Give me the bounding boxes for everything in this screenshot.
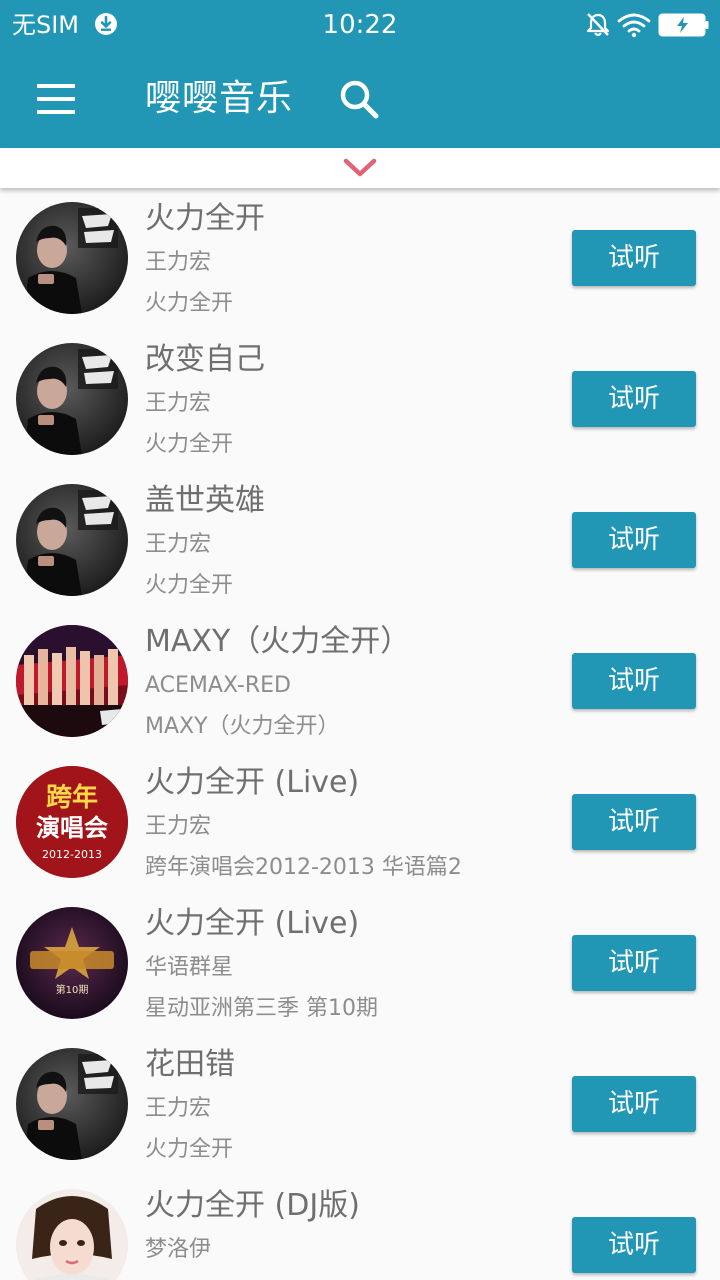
battery-charging-icon [658, 13, 709, 37]
song-item[interactable]: 跨年 演唱会 2012-2013 火力全开 (Live) 王力宏 跨年演唱会20… [0, 752, 720, 893]
song-artist: 王力宏 [145, 814, 212, 839]
album-cover: 跨年 演唱会 2012-2013 [16, 766, 128, 878]
song-title: 花田错 [145, 1047, 235, 1082]
app-title: 嘤嘤音乐 [145, 78, 294, 119]
expand-bar[interactable] [0, 148, 720, 188]
song-title: MAXY（火力全开） [145, 624, 411, 659]
song-artist: 王力宏 [145, 250, 212, 275]
song-album: 火力全开 [145, 1137, 234, 1162]
song-item[interactable]: 花田错 王力宏 火力全开 试听 [0, 1034, 720, 1175]
album-cover [16, 484, 128, 596]
song-artist: 梦洛伊 [145, 1237, 212, 1262]
app-root: 无SIM 10:22 嘤嘤音乐 火力全开 王力宏 火力全开 试听 改变自己 王力… [0, 0, 720, 1280]
status-bar: 无SIM 10:22 [0, 0, 720, 50]
song-title: 盖世英雄 [145, 483, 265, 518]
song-artist: 王力宏 [145, 1096, 212, 1121]
album-cover [16, 625, 128, 737]
song-item[interactable]: 火力全开 (DJ版) 梦洛伊 试听 [0, 1175, 720, 1280]
search-icon[interactable] [336, 76, 384, 124]
song-album: 火力全开 [145, 573, 234, 598]
song-artist: 王力宏 [145, 532, 212, 557]
song-album: 跨年演唱会2012-2013 华语篇2 [145, 855, 462, 880]
song-item[interactable]: 第10期 火力全开 (Live) 华语群星 星动亚洲第三季 第10期 试听 [0, 893, 720, 1034]
chevron-down-icon[interactable] [342, 156, 378, 180]
menu-icon[interactable] [30, 76, 82, 122]
song-artist: 华语群星 [145, 955, 234, 980]
preview-button[interactable]: 试听 [572, 230, 696, 286]
song-item[interactable]: MAXY（火力全开） ACEMAX-RED MAXY（火力全开） 试听 [0, 611, 720, 752]
song-artist: 王力宏 [145, 391, 212, 416]
preview-button[interactable]: 试听 [572, 512, 696, 568]
song-album: MAXY（火力全开） [145, 714, 340, 739]
preview-button[interactable]: 试听 [572, 1217, 696, 1273]
song-title: 火力全开 [145, 201, 265, 236]
song-title: 火力全开 (Live) [145, 906, 360, 941]
song-list[interactable]: 火力全开 王力宏 火力全开 试听 改变自己 王力宏 火力全开 试听 盖世英雄 王… [0, 188, 720, 1280]
preview-button[interactable]: 试听 [572, 935, 696, 991]
song-artist: ACEMAX-RED [145, 673, 291, 698]
song-item[interactable]: 火力全开 王力宏 火力全开 试听 [0, 188, 720, 329]
preview-button[interactable]: 试听 [572, 794, 696, 850]
cover-text: 2012-2013 [42, 848, 102, 861]
app-bar: 嘤嘤音乐 [0, 50, 720, 148]
album-cover [16, 343, 128, 455]
cover-text: 演唱会 [36, 814, 108, 842]
song-title: 改变自己 [145, 342, 265, 377]
song-album: 火力全开 [145, 291, 234, 316]
song-title: 火力全开 (Live) [145, 765, 360, 800]
album-cover [16, 202, 128, 314]
album-cover: 第10期 [16, 907, 128, 1019]
cover-text: 第10期 [56, 983, 89, 996]
wifi-icon [617, 13, 651, 38]
preview-button[interactable]: 试听 [572, 1076, 696, 1132]
song-item[interactable]: 盖世英雄 王力宏 火力全开 试听 [0, 470, 720, 611]
album-cover [16, 1189, 128, 1280]
song-album: 火力全开 [145, 432, 234, 457]
bell-off-icon [586, 13, 610, 37]
preview-button[interactable]: 试听 [572, 371, 696, 427]
song-album: 星动亚洲第三季 第10期 [145, 996, 378, 1021]
album-cover [16, 1048, 128, 1160]
preview-button[interactable]: 试听 [572, 653, 696, 709]
cover-text: 跨年 [46, 782, 98, 813]
song-item[interactable]: 改变自己 王力宏 火力全开 试听 [0, 329, 720, 470]
clock: 10:22 [322, 10, 398, 40]
song-title: 火力全开 (DJ版) [145, 1188, 360, 1223]
